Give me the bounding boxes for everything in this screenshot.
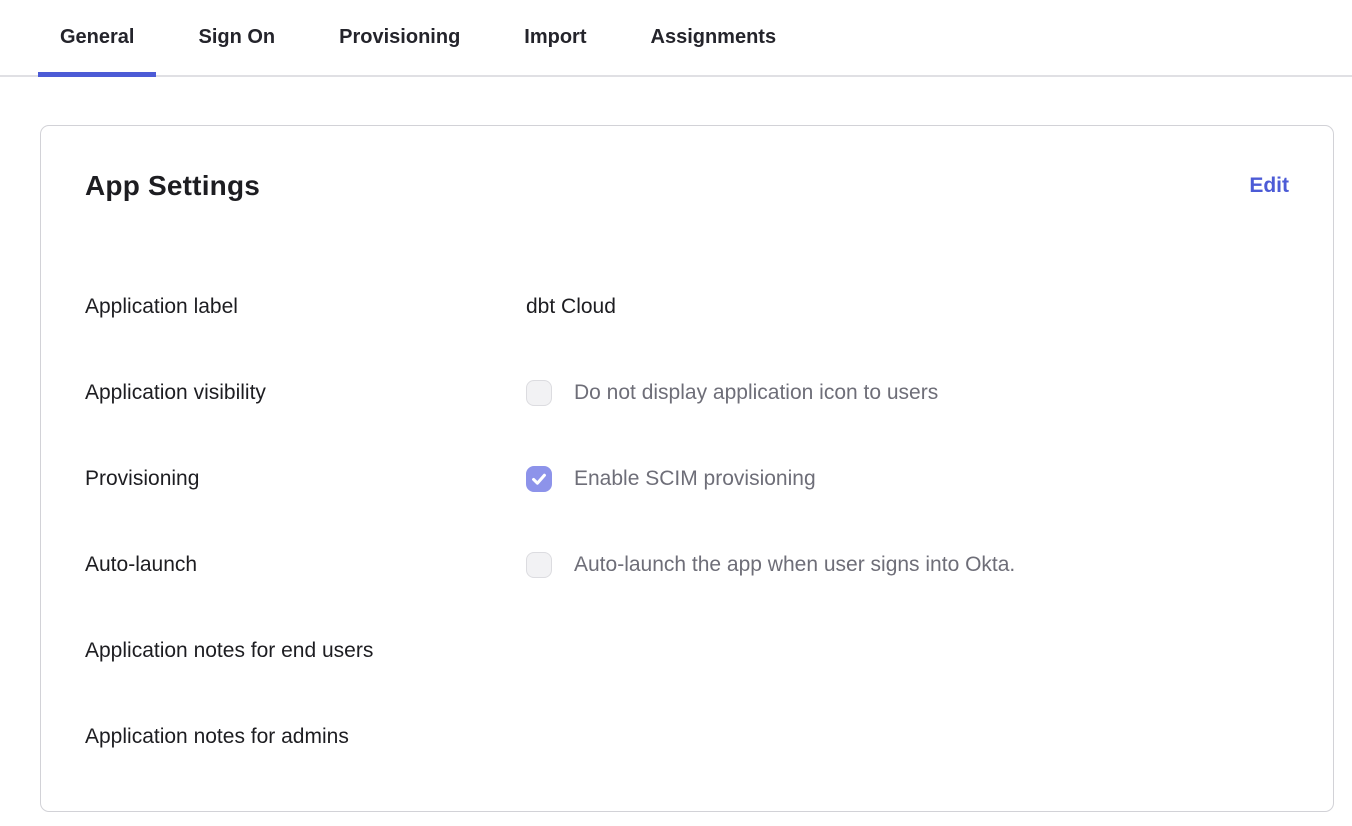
row-label: Application notes for admins [85,725,526,749]
row-value: Enable SCIM provisioning [526,466,816,492]
tab-general[interactable]: General [38,0,156,77]
row-label: Auto-launch [85,553,526,577]
application-label-value: dbt Cloud [526,295,616,319]
row-notes-admins: Application notes for admins [85,718,1289,756]
row-application-visibility: Application visibility Do not display ap… [85,374,1289,412]
row-value: Do not display application icon to users [526,380,938,406]
enable-scim-checkbox[interactable] [526,466,552,492]
checkbox-label: Do not display application icon to users [574,381,938,405]
edit-button[interactable]: Edit [1249,174,1289,198]
row-provisioning: Provisioning Enable SCIM provisioning [85,460,1289,498]
tab-assignments[interactable]: Assignments [629,0,799,77]
row-label: Application visibility [85,381,526,405]
tab-sign-on[interactable]: Sign On [176,0,297,77]
tab-provisioning[interactable]: Provisioning [317,0,482,77]
row-auto-launch: Auto-launch Auto-launch the app when use… [85,546,1289,584]
settings-rows: Application label dbt Cloud Application … [85,288,1289,756]
card-title: App Settings [85,170,260,202]
row-application-label: Application label dbt Cloud [85,288,1289,326]
app-tab-bar: General Sign On Provisioning Import Assi… [0,0,1352,77]
row-label: Provisioning [85,467,526,491]
checkbox-label: Enable SCIM provisioning [574,467,816,491]
row-label: Application notes for end users [85,639,526,663]
tab-import[interactable]: Import [502,0,608,77]
check-icon [530,470,548,488]
app-settings-card: App Settings Edit Application label dbt … [40,125,1334,812]
checkbox-label: Auto-launch the app when user signs into… [574,553,1015,577]
row-value: Auto-launch the app when user signs into… [526,552,1015,578]
application-visibility-checkbox[interactable] [526,380,552,406]
auto-launch-checkbox[interactable] [526,552,552,578]
card-header: App Settings Edit [85,170,1289,202]
row-notes-end-users: Application notes for end users [85,632,1289,670]
row-label: Application label [85,295,526,319]
